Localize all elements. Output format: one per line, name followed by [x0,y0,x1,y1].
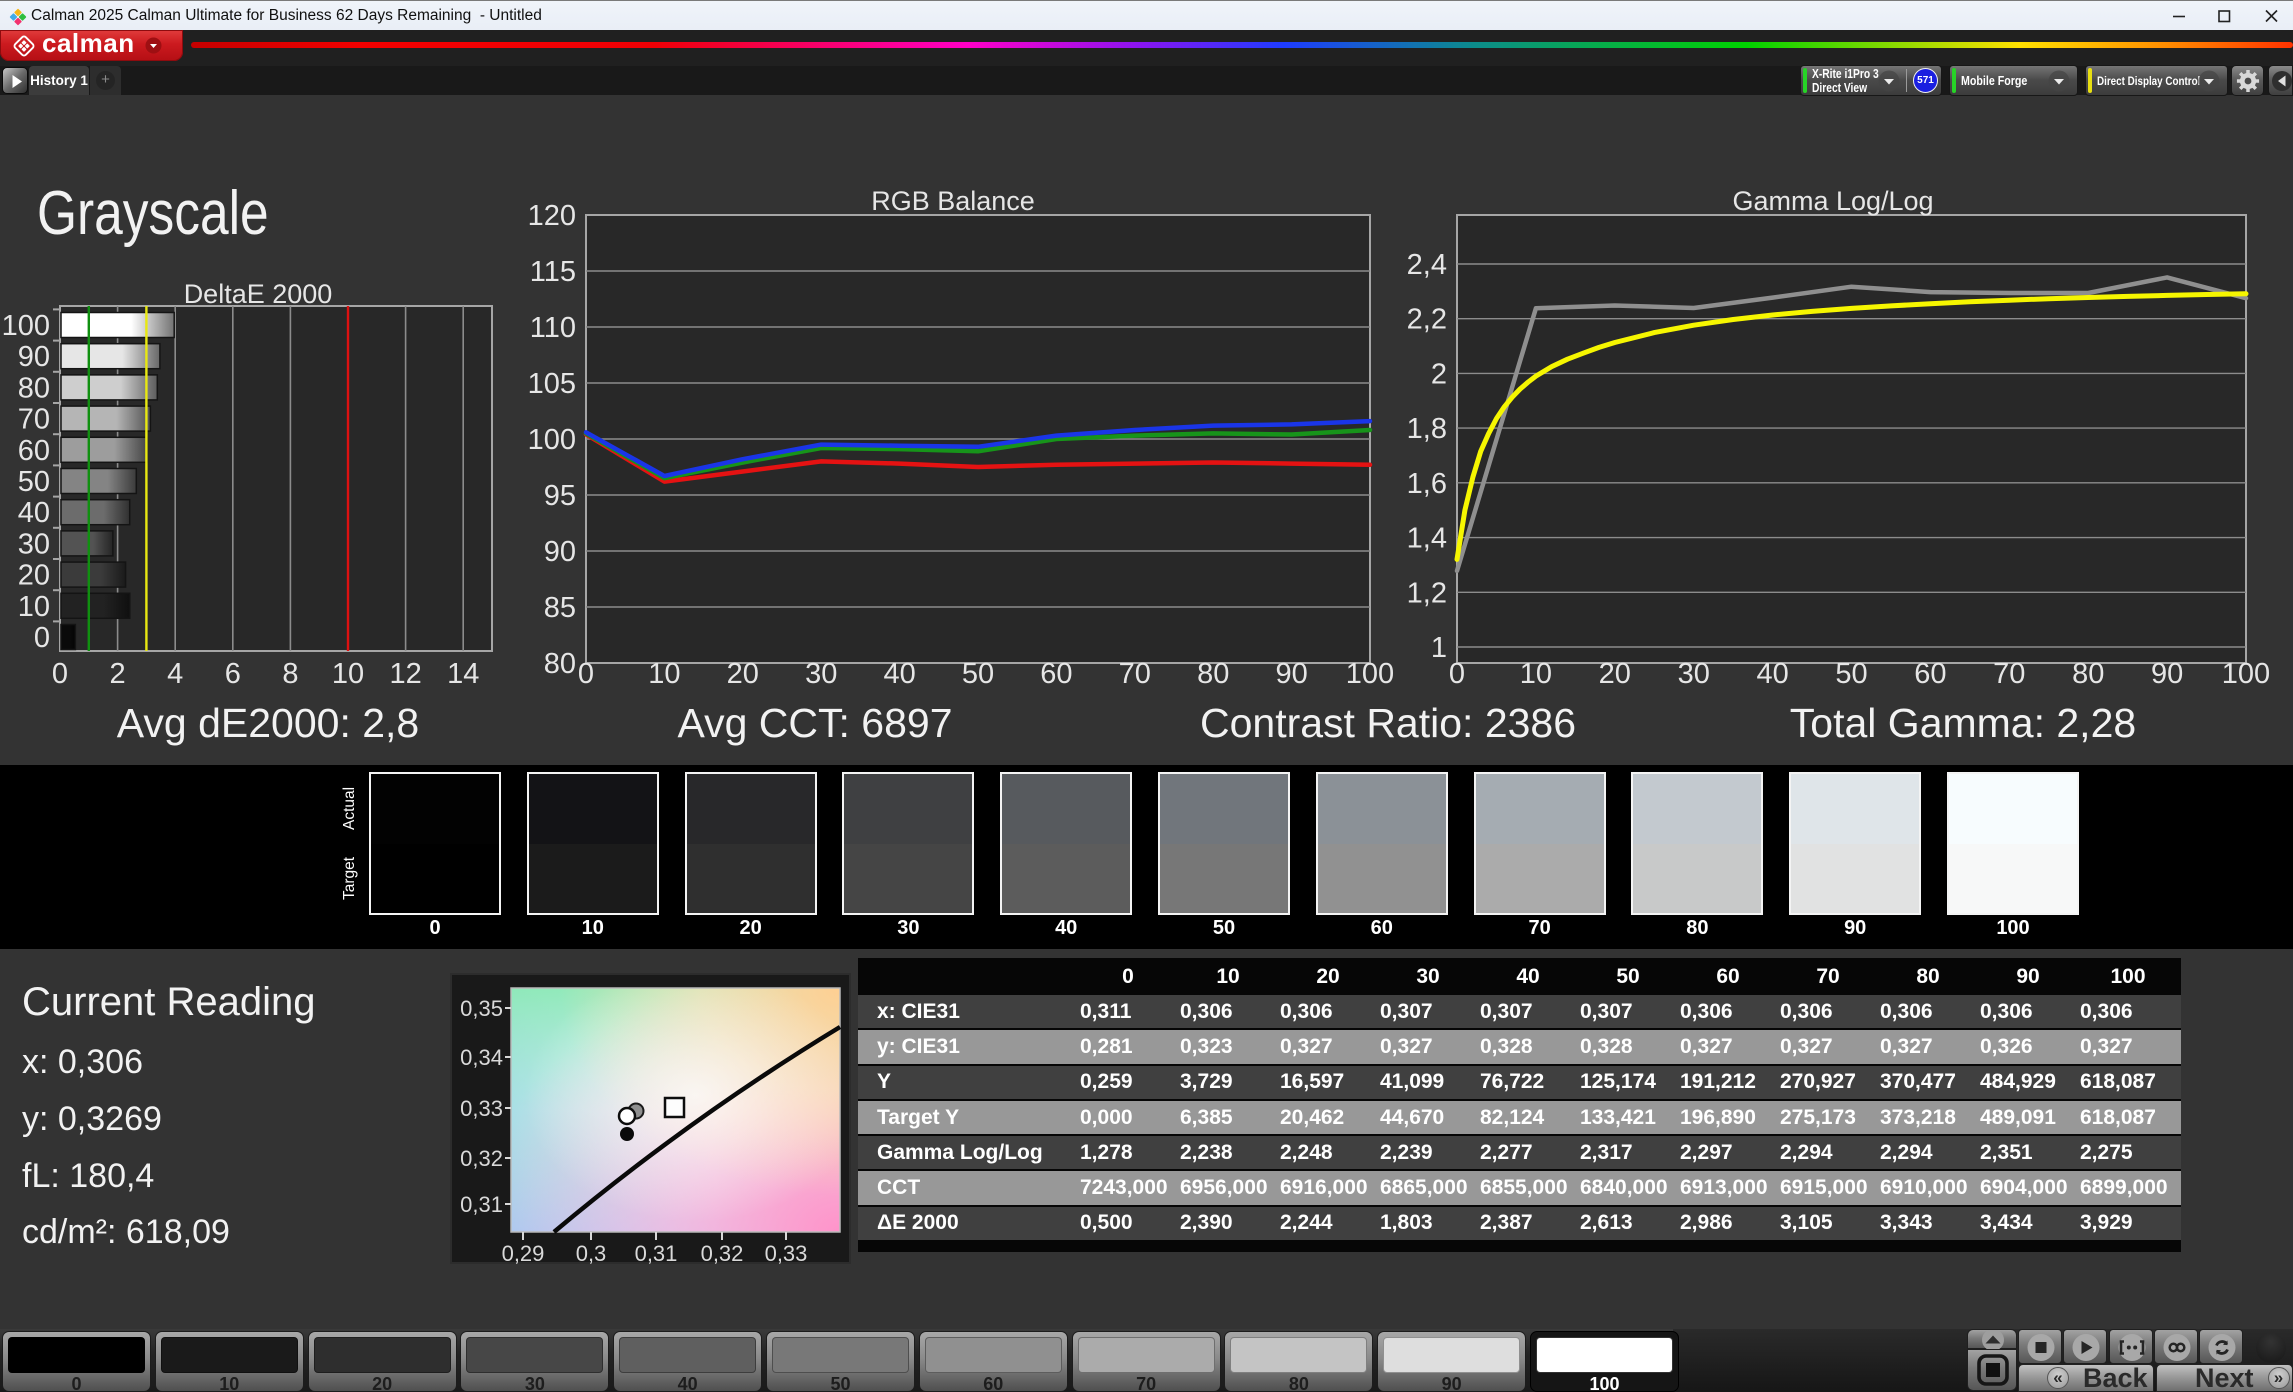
svg-text:100: 100 [528,424,576,456]
svg-text:0,31: 0,31 [460,1192,503,1217]
svg-text:2: 2 [110,658,126,690]
svg-text:0,31: 0,31 [635,1241,678,1266]
svg-text:1: 1 [1431,632,1447,664]
svg-text:0,34: 0,34 [460,1045,503,1070]
svg-text:80: 80 [18,372,50,404]
svg-text:0: 0 [52,658,68,690]
svg-text:100: 100 [2,310,50,342]
svg-text:0,32: 0,32 [701,1241,744,1266]
svg-text:80: 80 [1197,658,1229,690]
svg-text:10: 10 [18,591,50,623]
svg-text:115: 115 [530,256,576,288]
svg-text:90: 90 [544,536,576,568]
svg-text:0,3: 0,3 [576,1241,607,1266]
svg-text:50: 50 [1835,658,1867,690]
svg-text:10: 10 [332,658,364,690]
svg-text:40: 40 [1756,658,1788,690]
svg-text:0: 0 [578,658,594,690]
svg-text:0: 0 [1449,658,1465,690]
svg-text:120: 120 [528,200,576,232]
svg-text:14: 14 [447,658,479,690]
svg-text:0,33: 0,33 [460,1096,503,1121]
svg-text:1,4: 1,4 [1407,523,1447,555]
svg-text:0,35: 0,35 [460,996,503,1021]
svg-text:30: 30 [1678,658,1710,690]
svg-text:30: 30 [18,528,50,560]
svg-text:85: 85 [544,592,576,624]
svg-text:4: 4 [167,658,183,690]
svg-text:70: 70 [1993,658,2025,690]
svg-text:60: 60 [18,435,50,467]
svg-text:20: 20 [1599,658,1631,690]
svg-text:20: 20 [727,658,759,690]
svg-text:60: 60 [1040,658,1072,690]
svg-text:80: 80 [544,648,576,680]
svg-text:2,4: 2,4 [1407,249,1447,281]
svg-text:20: 20 [18,560,50,592]
svg-text:2,2: 2,2 [1407,304,1447,336]
svg-text:RGB Balance: RGB Balance [871,186,1035,216]
svg-text:40: 40 [883,658,915,690]
svg-text:90: 90 [18,341,50,373]
svg-text:0,32: 0,32 [460,1146,503,1171]
svg-text:105: 105 [528,368,576,400]
svg-text:DeltaE 2000: DeltaE 2000 [184,279,333,309]
svg-text:90: 90 [1275,658,1307,690]
svg-text:40: 40 [18,497,50,529]
svg-text:50: 50 [962,658,994,690]
svg-text:2: 2 [1431,358,1447,390]
svg-text:0: 0 [34,622,50,654]
svg-text:1,6: 1,6 [1407,468,1447,500]
svg-text:8: 8 [282,658,298,690]
svg-text:0,33: 0,33 [765,1241,808,1266]
svg-text:Gamma Log/Log: Gamma Log/Log [1732,186,1933,216]
svg-text:30: 30 [805,658,837,690]
svg-text:10: 10 [648,658,680,690]
svg-text:60: 60 [1914,658,1946,690]
svg-text:0,29: 0,29 [502,1241,545,1266]
svg-text:1,8: 1,8 [1407,413,1447,445]
svg-text:50: 50 [18,466,50,498]
svg-text:80: 80 [2072,658,2104,690]
svg-text:70: 70 [18,404,50,436]
svg-text:95: 95 [544,480,576,512]
svg-text:110: 110 [530,312,576,344]
svg-text:70: 70 [1119,658,1151,690]
svg-text:1,2: 1,2 [1407,577,1447,609]
svg-text:10: 10 [1520,658,1552,690]
svg-text:6: 6 [225,658,241,690]
svg-text:12: 12 [389,658,421,690]
svg-text:100: 100 [1346,658,1394,690]
svg-text:100: 100 [2222,658,2270,690]
svg-text:90: 90 [2151,658,2183,690]
